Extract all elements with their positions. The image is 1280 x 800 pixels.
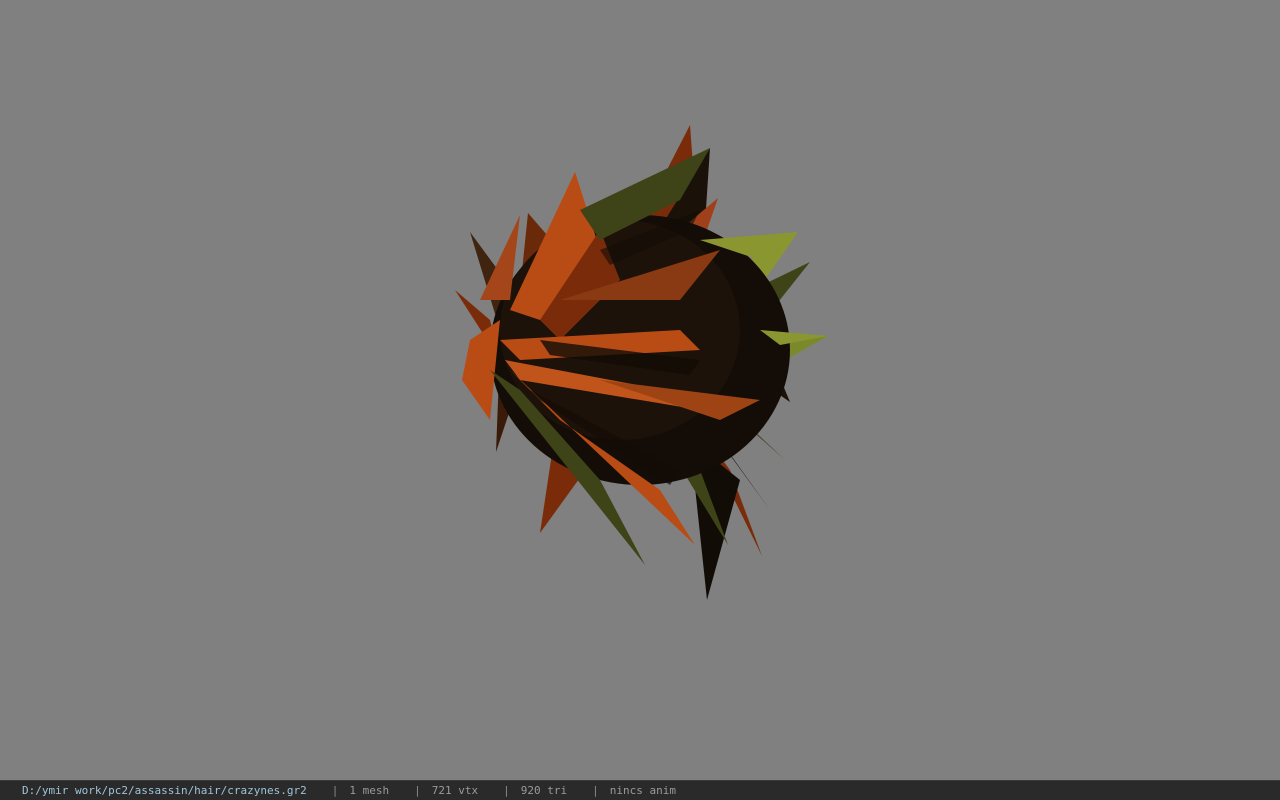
status-separator: | [331, 784, 339, 797]
hair-mesh [455, 125, 828, 600]
status-vertex-count: 721 vtx [431, 784, 479, 797]
status-separator: | [592, 784, 599, 797]
status-mesh-count: 1 mesh [349, 784, 390, 797]
3d-viewport[interactable] [0, 0, 1280, 780]
status-separator: | [503, 784, 510, 797]
status-bar: D:/ymir work/pc2/assassin/hair/crazynes.… [0, 780, 1280, 800]
status-animation: nincs anim [609, 784, 676, 797]
hair-model-render [455, 125, 828, 600]
status-triangle-count: 920 tri [520, 784, 568, 797]
status-file-path: D:/ymir work/pc2/assassin/hair/crazynes.… [22, 784, 307, 797]
status-separator: | [414, 784, 421, 797]
